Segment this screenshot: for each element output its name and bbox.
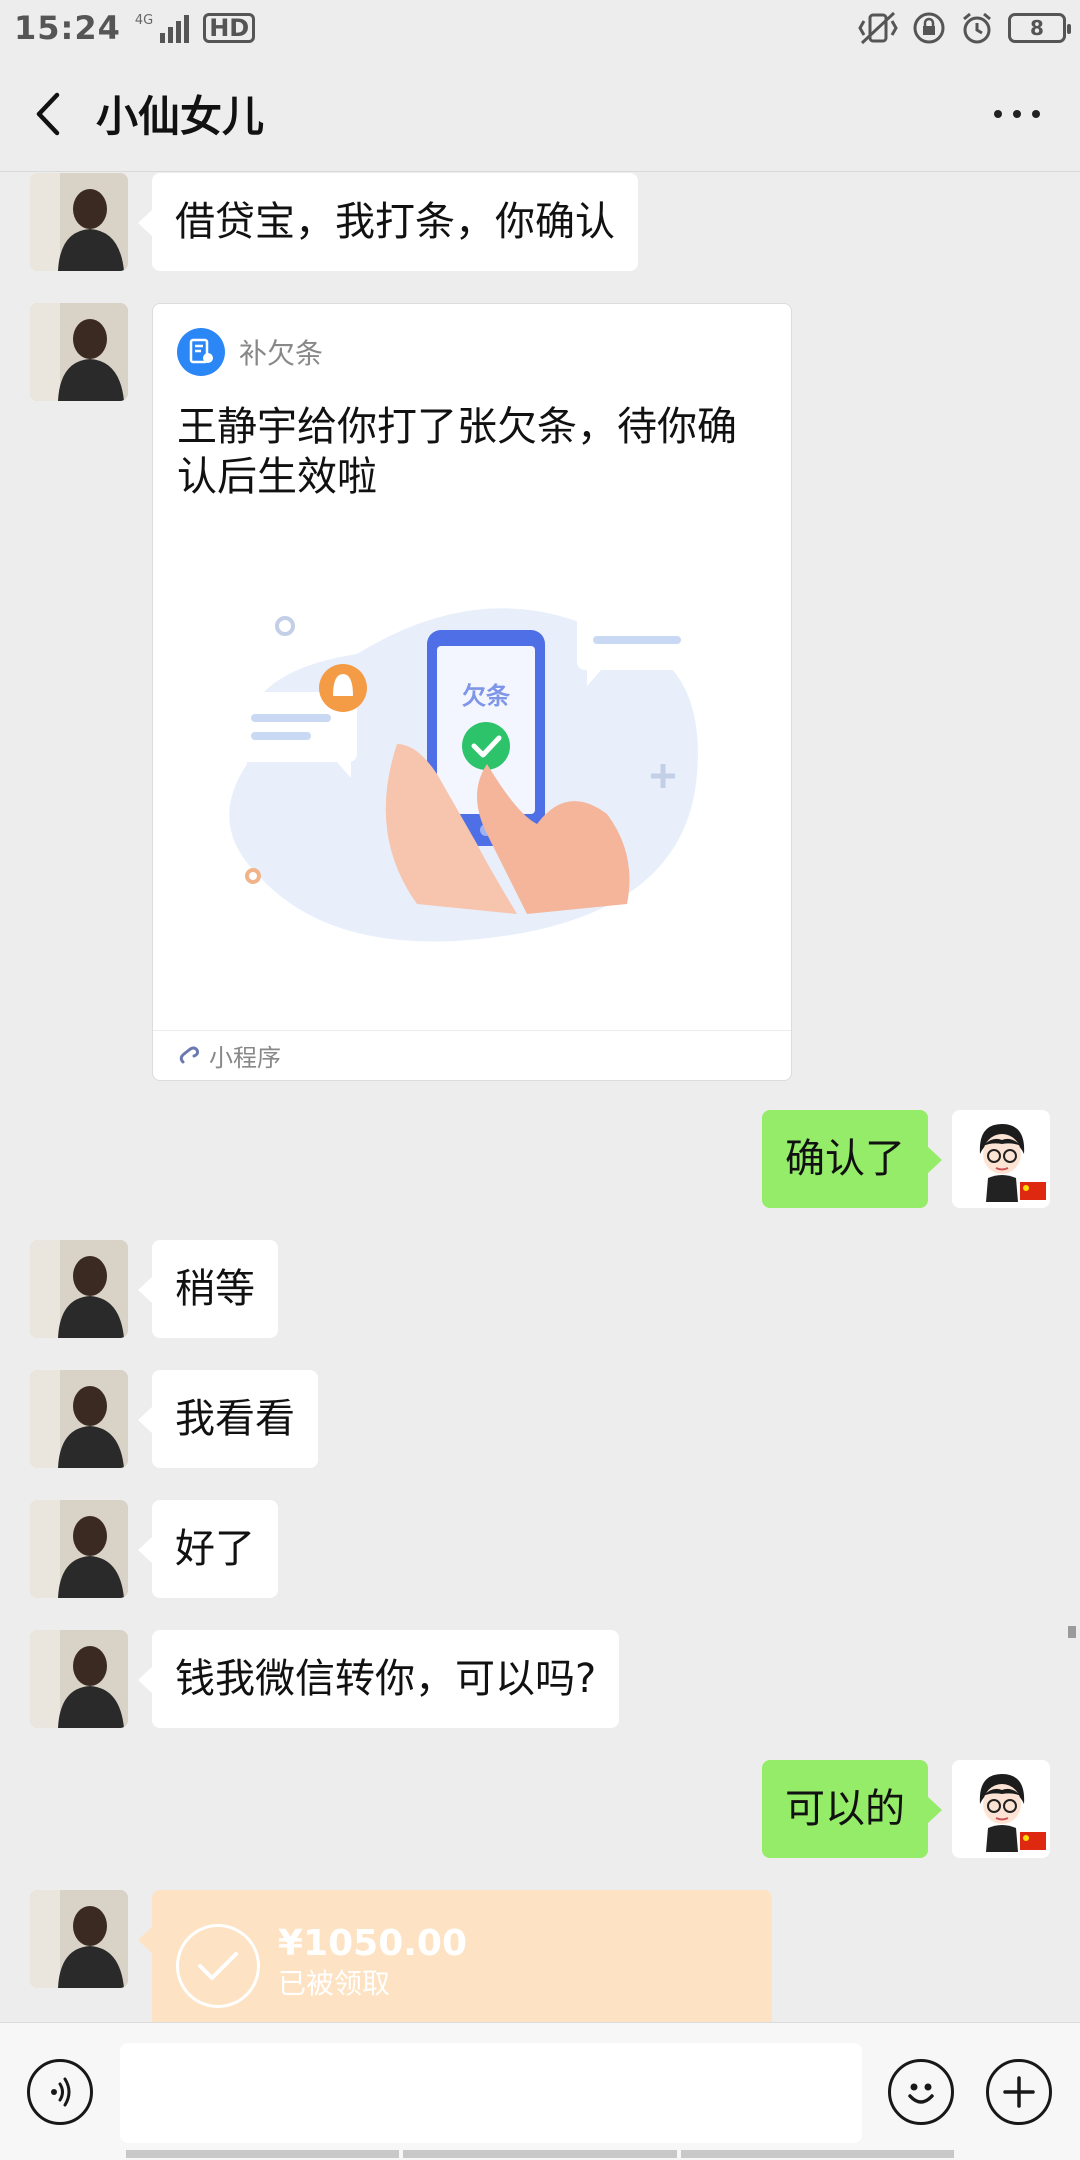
- emoji-icon: [908, 2083, 934, 2104]
- contact-avatar-image: [30, 1630, 128, 1728]
- user-avatar[interactable]: [952, 1760, 1050, 1858]
- chevron-left-icon: [36, 92, 60, 135]
- nav-segment[interactable]: [403, 2150, 677, 2158]
- message-row: 可以的: [762, 1760, 1050, 1858]
- navigation-bar: [126, 2150, 954, 2158]
- voice-icon: [51, 2077, 71, 2107]
- mini-program-name: 补欠条: [239, 337, 324, 370]
- message-row: ¥1050.00 已被领取: [30, 1890, 772, 2023]
- user-avatar-image: [952, 1760, 1050, 1858]
- mini-program-app-icon: [177, 328, 225, 376]
- card-description: 王静宇给你打了张欠条，待你确认后生效啦: [177, 404, 737, 500]
- message-bubble[interactable]: 好了: [138, 1500, 278, 1598]
- contact-avatar[interactable]: [30, 1630, 128, 1728]
- mini-program-link-icon: [179, 1046, 200, 1063]
- contact-avatar-image: [30, 1240, 128, 1338]
- status-bar: 15:24 4G HD 8: [0, 0, 1080, 56]
- contact-avatar-image: [30, 173, 128, 271]
- network-type: 4G: [134, 13, 154, 28]
- message-bubble[interactable]: 确认了: [762, 1110, 942, 1208]
- mini-program-footer-label: 小程序: [209, 1044, 281, 1072]
- user-avatar[interactable]: [952, 1110, 1050, 1208]
- message-bubble[interactable]: 可以的: [762, 1760, 942, 1858]
- message-bubble[interactable]: 我看看: [138, 1370, 318, 1468]
- back-button[interactable]: [0, 56, 96, 172]
- status-right: 8: [858, 11, 1071, 45]
- more-functions-button[interactable]: [986, 2059, 1052, 2125]
- transfer-amount: ¥1050.00: [278, 1923, 468, 1964]
- status-left: 15:24 4G HD: [14, 9, 256, 47]
- transfer-received-icon: [176, 1924, 260, 2008]
- message-row: 我看看: [30, 1370, 318, 1468]
- message-row: 补欠条 王静宇给你打了张欠条，待你确认后生效啦 欠条 小程序: [30, 303, 792, 1081]
- rotation-lock-icon: [913, 12, 945, 44]
- message-bubble[interactable]: 钱我微信转你，可以吗?: [137, 1630, 620, 1728]
- message-bubble[interactable]: 稍等: [138, 1240, 278, 1338]
- plus-icon: [1003, 2076, 1035, 2108]
- nav-segment[interactable]: [680, 2150, 954, 2158]
- transfer-info: ¥1050.00 已被领取: [278, 1924, 467, 2004]
- message-input[interactable]: [120, 2043, 862, 2143]
- signal-icon: 4G: [134, 13, 190, 43]
- contact-avatar[interactable]: [30, 1500, 128, 1598]
- dot-icon: [1032, 110, 1040, 118]
- contact-avatar[interactable]: [30, 1240, 128, 1338]
- status-time: 15:24: [14, 9, 121, 47]
- iou-confirm-illustration: 欠条: [229, 608, 698, 942]
- more-options-button[interactable]: [994, 96, 1040, 132]
- iou-document-icon: [189, 338, 213, 364]
- contact-avatar[interactable]: [30, 1890, 128, 1988]
- message-row: 借贷宝，我打条，你确认: [30, 173, 638, 271]
- contact-avatar-image: [30, 1890, 128, 1988]
- user-avatar-image: [952, 1110, 1050, 1208]
- dot-icon: [1013, 110, 1021, 118]
- mini-program-card[interactable]: 补欠条 王静宇给你打了张欠条，待你确认后生效啦 欠条 小程序: [152, 303, 792, 1081]
- card-header: 补欠条: [153, 304, 791, 376]
- contact-avatar-image: [30, 1370, 128, 1468]
- contact-avatar-image: [30, 1500, 128, 1598]
- battery-icon: 8: [1008, 13, 1071, 43]
- scrollbar-thumb[interactable]: [1068, 1626, 1076, 1638]
- message-row: 稍等: [30, 1240, 278, 1338]
- hd-icon: HD: [203, 13, 256, 43]
- message-row: 好了: [30, 1500, 278, 1598]
- message-row: 钱我微信转你，可以吗?: [30, 1630, 620, 1728]
- input-bar: [0, 2022, 1080, 2160]
- voice-input-button[interactable]: [27, 2059, 93, 2125]
- message-row: 确认了: [762, 1110, 1050, 1208]
- dot-icon: [994, 110, 1002, 118]
- contact-avatar[interactable]: [30, 173, 128, 271]
- vibrate-mute-icon: [858, 11, 898, 45]
- message-bubble[interactable]: 借贷宝，我打条，你确认: [138, 173, 638, 271]
- chat-title: 小仙女儿: [96, 92, 265, 141]
- transfer-status: 已被领取: [278, 1967, 391, 2000]
- transfer-card[interactable]: ¥1050.00 已被领取: [138, 1890, 772, 2023]
- nav-segment[interactable]: [126, 2150, 400, 2158]
- illustration-label: 欠条: [462, 682, 511, 710]
- chat-messages[interactable]: 借贷宝，我打条，你确认 补欠条 王静宇给你打了张欠条，待你确认后生效啦 欠条 小…: [0, 173, 1080, 2023]
- contact-avatar[interactable]: [30, 1370, 128, 1468]
- chat-header: 小仙女儿: [0, 56, 1080, 172]
- checkmark-icon: [198, 1952, 238, 1980]
- mini-program-footer: 小程序: [153, 1030, 791, 1080]
- contact-avatar-image: [30, 303, 128, 401]
- emoji-button[interactable]: [888, 2059, 954, 2125]
- alarm-icon: [963, 12, 991, 44]
- contact-avatar[interactable]: [30, 303, 128, 401]
